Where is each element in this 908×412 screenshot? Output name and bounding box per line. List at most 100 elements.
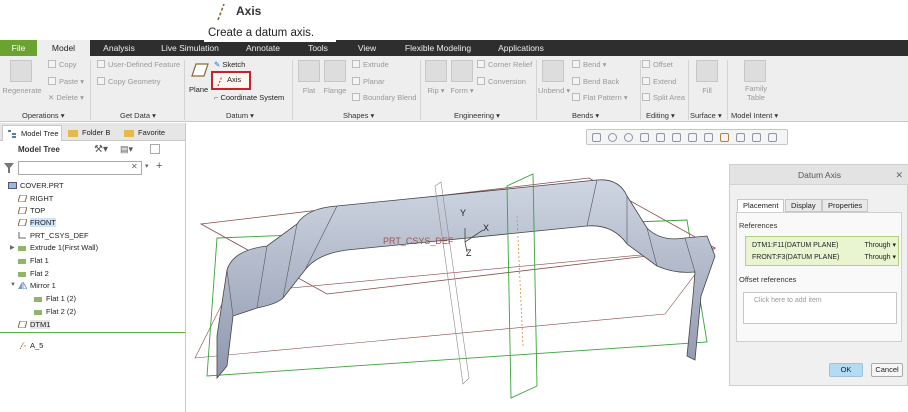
bend-back-button[interactable]: Bend Back: [572, 76, 619, 88]
tab-analysis[interactable]: Analysis: [92, 40, 146, 56]
ok-button[interactable]: OK: [829, 363, 863, 377]
fill-icon[interactable]: [696, 60, 718, 82]
zoom-out-icon[interactable]: [624, 133, 633, 142]
corner-relief-button[interactable]: Corner Relief: [477, 59, 532, 71]
dropdown-icon[interactable]: ▾: [145, 162, 149, 170]
flat-button[interactable]: Flat: [296, 86, 322, 95]
group-model-intent[interactable]: Model Intent ▾: [731, 110, 778, 121]
extrude-button[interactable]: Extrude: [352, 59, 389, 71]
tab-display[interactable]: Display: [785, 199, 822, 212]
reference-row[interactable]: DTM1:F11(DATUM PLANE) Through ▾: [752, 240, 896, 252]
show-icon[interactable]: [150, 144, 160, 154]
panel-splitter[interactable]: [185, 123, 186, 412]
bend-button[interactable]: Bend ▾: [572, 59, 606, 71]
group-shapes[interactable]: Shapes ▾: [343, 110, 374, 121]
tab-model[interactable]: Model: [37, 40, 90, 56]
tab-model-tree[interactable]: Model Tree: [2, 125, 62, 141]
udf-button[interactable]: User-Defined Feature: [97, 59, 180, 71]
regenerate-button[interactable]: Regenerate: [2, 86, 42, 95]
tab-file[interactable]: File: [0, 40, 37, 56]
constraint-select[interactable]: Through ▾: [864, 252, 896, 264]
fill-button[interactable]: Fill: [694, 86, 720, 95]
tree-item-flat-1[interactable]: Flat 1: [18, 255, 49, 267]
repaint-icon[interactable]: [640, 133, 649, 142]
group-datum[interactable]: Datum ▾: [226, 110, 254, 121]
clear-icon[interactable]: ✕: [131, 162, 138, 171]
plane-icon[interactable]: [190, 62, 210, 78]
view-manager-icon[interactable]: [688, 133, 697, 142]
tree-item-a-5[interactable]: * A_5: [18, 340, 43, 352]
annotation-display-icon[interactable]: [736, 133, 745, 142]
perspective-icon[interactable]: [704, 133, 713, 142]
tree-item-flat-2-2[interactable]: Flat 2 (2): [34, 306, 76, 318]
extend-button[interactable]: Extend: [642, 76, 676, 88]
plane-button[interactable]: Plane: [189, 84, 208, 96]
saved-views-icon[interactable]: [672, 133, 681, 142]
datum-display-icon[interactable]: [720, 133, 729, 142]
family-table-button[interactable]: Family Table: [738, 84, 774, 102]
planar-button[interactable]: Planar: [352, 76, 385, 88]
delete-button[interactable]: ✕ Delete ▾: [48, 92, 84, 104]
tab-tools[interactable]: Tools: [296, 40, 340, 56]
tree-item-cover-prt[interactable]: COVER.PRT: [8, 180, 64, 192]
tree-item-top[interactable]: TOP: [18, 205, 45, 217]
offset-button[interactable]: Offset: [642, 59, 673, 71]
spin-center-icon[interactable]: [752, 133, 761, 142]
tab-folder-browser[interactable]: Folder B: [64, 125, 118, 141]
tab-flexible-modeling[interactable]: Flexible Modeling: [396, 40, 480, 56]
unbend-button[interactable]: Unbend ▾: [538, 86, 570, 95]
form-icon[interactable]: [451, 60, 473, 82]
tab-live-simulation[interactable]: Live Simulation: [152, 40, 228, 56]
flange-button[interactable]: Flange: [320, 86, 350, 95]
tree-item-dtm1[interactable]: DTM1: [18, 319, 51, 331]
boundary-blend-button[interactable]: Boundary Blend: [352, 92, 416, 104]
tab-applications[interactable]: Applications: [490, 40, 552, 56]
tree-item-flat-2[interactable]: Flat 2: [18, 268, 49, 280]
conversion-button[interactable]: Conversion: [477, 76, 526, 88]
flat-pattern-button[interactable]: Flat Pattern ▾: [572, 92, 628, 104]
close-icon[interactable]: ✕: [895, 165, 903, 185]
group-bends[interactable]: Bends ▾: [572, 110, 599, 121]
group-get-data[interactable]: Get Data ▾: [120, 110, 156, 121]
sketch-button[interactable]: ✎ Sketch: [214, 59, 245, 71]
flat-icon[interactable]: [298, 60, 320, 82]
family-table-icon[interactable]: [744, 60, 766, 82]
axis-button[interactable]: Axis: [211, 71, 251, 90]
tree-item-right[interactable]: RIGHT: [18, 193, 53, 205]
tree-item-flat-1-2[interactable]: Flat 1 (2): [34, 293, 76, 305]
tree-item-prt-csys-def[interactable]: PRT_CSYS_DEF: [18, 230, 89, 242]
tree-item-front[interactable]: FRONT: [18, 217, 56, 229]
split-area-button[interactable]: Split Area: [642, 92, 685, 104]
reference-row[interactable]: FRONT:F3(DATUM PLANE) Through ▾: [752, 252, 896, 264]
rip-button[interactable]: Rip ▾: [423, 86, 449, 95]
offset-references-list[interactable]: Click here to add item: [743, 292, 897, 324]
form-button[interactable]: Form ▾: [447, 86, 477, 95]
tree-item-extrude-1[interactable]: Extrude 1(First Wall): [18, 242, 98, 254]
tab-favorites[interactable]: Favorite: [120, 125, 166, 141]
csys-display-icon[interactable]: [768, 133, 777, 142]
references-list[interactable]: DTM1:F11(DATUM PLANE) Through ▾ FRONT:F3(…: [745, 236, 899, 266]
flange-icon[interactable]: [324, 60, 346, 82]
search-input[interactable]: [18, 161, 142, 175]
group-surface[interactable]: Surface ▾: [690, 110, 722, 121]
collapse-icon[interactable]: ▼: [10, 282, 16, 288]
tree-item-mirror-1[interactable]: Mirror 1: [18, 280, 56, 292]
zoom-in-icon[interactable]: [608, 133, 617, 142]
group-engineering[interactable]: Engineering ▾: [454, 110, 500, 121]
tools-icon[interactable]: ⚒▾: [94, 144, 108, 155]
filter-icon[interactable]: [4, 163, 14, 173]
refit-icon[interactable]: [592, 133, 601, 142]
tab-annotate[interactable]: Annotate: [236, 40, 290, 56]
unbend-icon[interactable]: [542, 60, 564, 82]
display-style-icon[interactable]: [656, 133, 665, 142]
cancel-button[interactable]: Cancel: [871, 363, 903, 377]
constraint-select[interactable]: Through ▾: [864, 240, 896, 252]
graphics-area[interactable]: PRT_CSYS_DEF Y X Z: [187, 146, 727, 412]
group-operations[interactable]: Operations ▾: [22, 110, 65, 121]
add-icon[interactable]: +: [156, 160, 162, 172]
csys-button[interactable]: ⌐ Coordinate System: [214, 92, 284, 104]
tab-properties[interactable]: Properties: [822, 199, 869, 212]
copy-button[interactable]: Copy: [48, 59, 77, 71]
group-editing[interactable]: Editing ▾: [646, 110, 675, 121]
paste-button[interactable]: Paste ▾: [48, 76, 84, 88]
